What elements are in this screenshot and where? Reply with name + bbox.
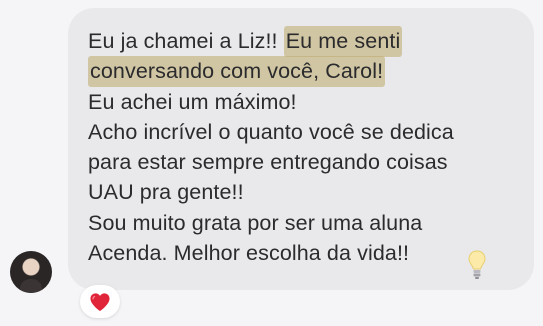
message-line-4: Acho incrível o quanto você se dedica bbox=[88, 119, 454, 144]
message-screenshot: Eu ja chamei a Liz!! Eu me senti convers… bbox=[0, 0, 543, 326]
message-line-7: Sou muito grata por ser uma aluna bbox=[88, 210, 423, 235]
message-line-2: conversando com você, Carol! bbox=[88, 56, 518, 88]
light-bulb-icon bbox=[468, 250, 486, 279]
message-line-5: para estar sempre entregando coisas bbox=[88, 150, 448, 175]
highlighted-text: Eu me senti bbox=[283, 26, 403, 57]
avatar[interactable] bbox=[10, 251, 52, 293]
highlighted-text: conversando com você, Carol! bbox=[88, 56, 386, 88]
message-line-1: Eu ja chamei a Liz!! Eu me senti bbox=[88, 26, 518, 57]
message-line-3: Eu achei um máximo! bbox=[88, 89, 297, 114]
heart-reaction[interactable] bbox=[80, 285, 120, 318]
red-heart-icon bbox=[90, 292, 110, 311]
message-text: Eu ja chamei a Liz!! Eu me senti convers… bbox=[88, 26, 518, 268]
message-line-1-text: Eu ja chamei a Liz!! bbox=[88, 29, 278, 53]
message-line-6: UAU pra gente!! bbox=[88, 180, 244, 205]
message-line-8: Acenda. Melhor escolha da vida!! bbox=[88, 241, 410, 266]
